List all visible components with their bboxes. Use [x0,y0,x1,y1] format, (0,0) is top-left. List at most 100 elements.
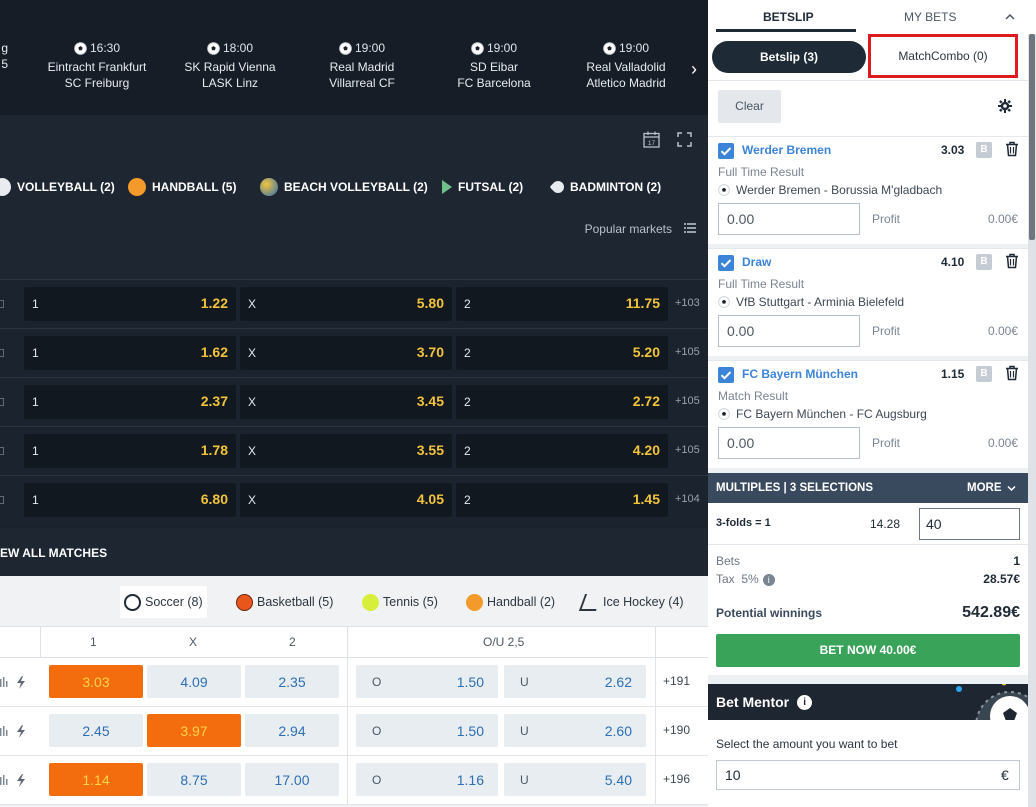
selection-name[interactable]: FC Bayern München [742,367,858,381]
odds-button-home[interactable]: 1 1.22 [24,287,236,321]
odds-button-over[interactable]: O 1.16 [356,763,498,796]
calendar-icon[interactable]: 17 [643,131,660,148]
matchcombo-mode-button[interactable]: MatchCombo (0) [868,34,1018,78]
more-toggle[interactable]: MORE [967,482,1016,494]
odds-button-over[interactable]: O 1.50 [356,714,498,747]
trash-icon[interactable] [1005,365,1019,381]
more-markets-link[interactable]: +191 [663,674,690,688]
odds-button-o2[interactable]: 17.00 [245,763,339,796]
odds-button-ox[interactable]: 3.97 [147,714,241,747]
bet-builder-badge[interactable]: B [976,254,992,270]
odds-button-away[interactable]: 2 4.20 [456,434,668,468]
odds-button-o1[interactable]: 2.45 [49,714,143,747]
sport-tab-0[interactable]: Soccer (8) [120,586,207,618]
odds-button-o2[interactable]: 2.94 [245,714,339,747]
bet-mentor-amount-input[interactable] [716,760,1020,790]
gear-icon[interactable] [998,99,1012,113]
odds-button-home[interactable]: 1 1.62 [24,336,236,370]
folds-stake-input[interactable] [919,508,1020,540]
sport-tab-4[interactable]: Ice Hockey (4) [578,586,688,618]
more-markets-link[interactable]: +196 [663,772,690,786]
scrollbar-thumb[interactable] [1029,34,1035,240]
odds-button-draw[interactable]: X 5.80 [240,287,452,321]
odds-button-ox[interactable]: 8.75 [147,763,241,796]
odds-button-over[interactable]: O 1.50 [356,665,498,698]
event-time: 19:00 [339,40,385,56]
odds-button-draw[interactable]: X 3.70 [240,336,452,370]
more-markets-link[interactable]: +105 [675,444,700,456]
odds-button-home[interactable]: 1 6.80 [24,483,236,517]
stats-icon[interactable] [0,447,4,455]
odds-button-under[interactable]: U 5.40 [504,763,646,796]
selection-checkbox[interactable] [718,367,734,383]
betslip-mode-button[interactable]: Betslip (3) [712,41,866,73]
sport-tab-3[interactable]: Handball (2) [462,586,559,618]
betslip-scrollbar[interactable] [1028,34,1036,807]
info-icon[interactable]: i [797,694,813,710]
more-markets-link[interactable]: +105 [675,395,700,407]
odds-button-home[interactable]: 1 2.37 [24,385,236,419]
events-next-arrow-icon[interactable]: › [684,59,704,81]
stats-and-live-icons[interactable] [0,723,30,739]
stats-icon[interactable] [0,398,4,406]
odds-button-draw[interactable]: X 3.55 [240,434,452,468]
odds-button-under[interactable]: U 2.62 [504,665,646,698]
more-markets-link[interactable]: +103 [675,297,700,309]
trash-icon[interactable] [1005,253,1019,269]
stake-input[interactable] [718,315,860,347]
more-markets-link[interactable]: +105 [675,346,700,358]
tab-my-bets[interactable]: MY BETS [904,10,956,24]
selection-name[interactable]: Draw [742,255,771,269]
bet-builder-badge[interactable]: B [976,142,992,158]
odds-button-draw[interactable]: X 4.05 [240,483,452,517]
more-markets-link[interactable]: +104 [675,493,700,505]
sport-tab-label: Soccer (8) [145,595,203,609]
stake-input[interactable] [718,427,860,459]
bet-now-button[interactable]: BET NOW 40.00€ [716,634,1020,667]
selection-checkbox[interactable] [718,255,734,271]
event-card[interactable]: 19:00 SD Eibar FC Barcelona [428,40,560,91]
odds-button-o1[interactable]: 3.03 [49,665,143,698]
sport-tab-1[interactable]: Basketball (5) [232,586,337,618]
tab-betslip[interactable]: BETSLIP [763,10,814,24]
clear-button[interactable]: Clear [718,90,781,123]
odds-button-away[interactable]: 2 11.75 [456,287,668,321]
info-icon[interactable]: i [762,574,775,586]
sport-filter-0[interactable]: VOLLEYBALL (2) [0,177,115,197]
event-card[interactable]: 18:00 SK Rapid Vienna LASK Linz [164,40,296,91]
popular-markets-label[interactable]: Popular markets [585,222,672,236]
stats-icon[interactable] [0,300,4,308]
chevron-up-icon[interactable] [1005,12,1015,22]
stats-icon[interactable] [0,496,4,504]
view-all-matches-link[interactable]: EW ALL MATCHES [0,546,107,560]
odds-button-draw[interactable]: X 3.45 [240,385,452,419]
stats-and-live-icons[interactable] [0,674,30,690]
stats-icon[interactable] [0,349,4,357]
more-markets-link[interactable]: +190 [663,723,690,737]
selection-name[interactable]: Werder Bremen [742,143,831,157]
odds-button-o2[interactable]: 2.35 [245,665,339,698]
selection-checkbox[interactable] [718,143,734,159]
sport-filter-1[interactable]: HANDBALL (5) [128,177,236,197]
sport-tab-2[interactable]: Tennis (5) [358,586,442,618]
odds-button-o1[interactable]: 1.14 [49,763,143,796]
odds-button-away[interactable]: 2 5.20 [456,336,668,370]
trash-icon[interactable] [1005,141,1019,157]
odds-button-home[interactable]: 1 1.78 [24,434,236,468]
odds-button-under[interactable]: U 2.60 [504,714,646,747]
stake-input[interactable] [718,203,860,235]
fullscreen-icon[interactable] [677,132,692,147]
sport-filter-3[interactable]: FUTSAL (2) [442,177,523,197]
sport-filter-2[interactable]: BEACH VOLLEYBALL (2) [260,177,428,197]
stats-and-live-icons[interactable] [0,772,30,788]
list-menu-icon[interactable] [684,223,696,233]
odds-button-away[interactable]: 2 2.72 [456,385,668,419]
sport-filter-4[interactable]: BADMINTON (2) [549,177,661,197]
event-card[interactable]: 19:00 Real Madrid Villarreal CF [296,40,428,91]
event-card[interactable]: 19:00 Real Valladolid Atletico Madrid [560,40,692,91]
odds-button-away[interactable]: 2 1.45 [456,483,668,517]
bet-builder-badge[interactable]: B [976,366,992,382]
event-card-partial[interactable]: g 5 [0,40,14,72]
event-card[interactable]: 16:30 Eintracht Frankfurt SC Freiburg [31,40,163,91]
odds-button-ox[interactable]: 4.09 [147,665,241,698]
